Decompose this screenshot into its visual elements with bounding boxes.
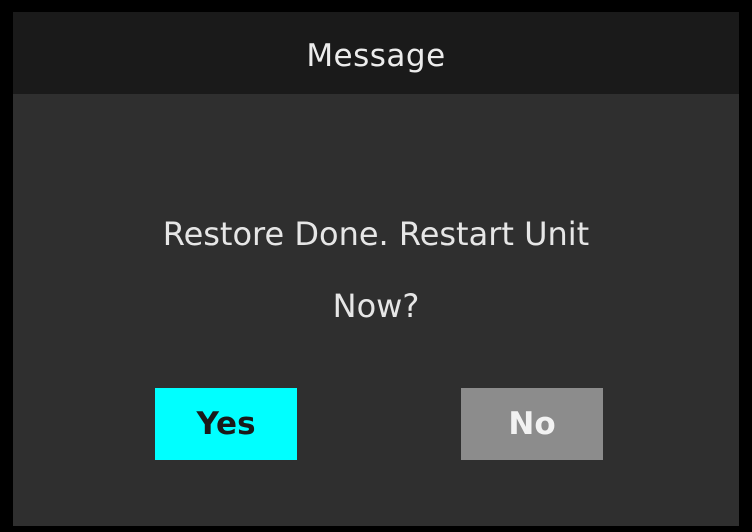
title-bar: Message (13, 12, 739, 94)
no-button[interactable]: No (461, 388, 603, 460)
yes-button[interactable]: Yes (155, 388, 297, 460)
message-line-2: Now? (332, 287, 420, 325)
message-dialog: Message Restore Done. Restart Unit Now? … (0, 0, 752, 532)
message-line-1: Restore Done. Restart Unit (162, 215, 590, 253)
dialog-body: Message Restore Done. Restart Unit Now? … (13, 12, 739, 526)
dialog-title: Message (306, 38, 446, 74)
dialog-message: Restore Done. Restart Unit Now? (13, 198, 739, 342)
